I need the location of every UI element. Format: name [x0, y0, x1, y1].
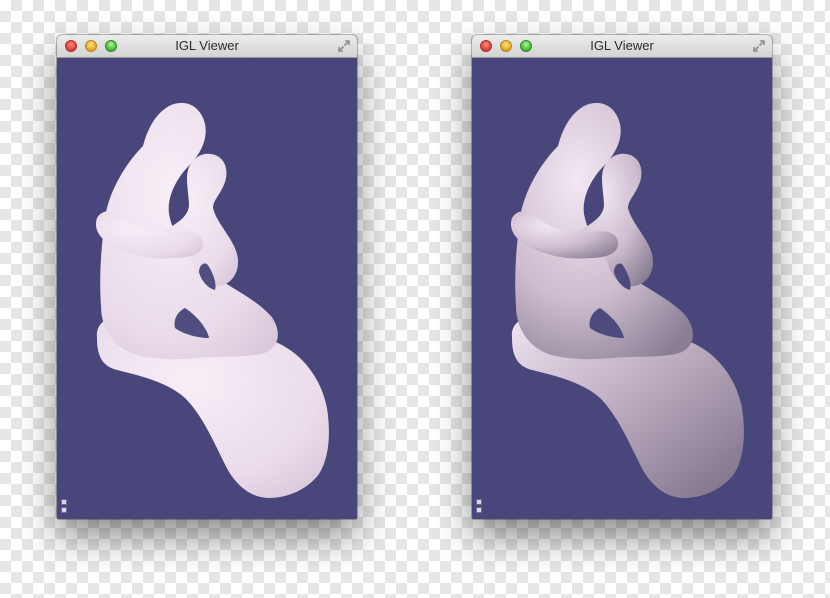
viewer-window-right: IGL Viewer	[472, 35, 772, 519]
window-titlebar[interactable]: IGL Viewer	[57, 35, 357, 58]
viewer-control-button[interactable]	[476, 507, 482, 513]
sculpture-model	[95, 102, 329, 498]
window-title: IGL Viewer	[590, 38, 654, 53]
sculpture-model	[510, 102, 744, 498]
window-title: IGL Viewer	[175, 38, 239, 53]
viewer-window-left: IGL Viewer	[57, 35, 357, 519]
viewer-control-button[interactable]	[476, 499, 482, 505]
viewer-control-button[interactable]	[61, 499, 67, 505]
3d-viewport[interactable]	[57, 58, 357, 519]
3d-viewport[interactable]	[472, 58, 772, 519]
fullscreen-icon[interactable]	[752, 39, 766, 53]
viewer-control-button[interactable]	[61, 507, 67, 513]
fullscreen-icon[interactable]	[337, 39, 351, 53]
window-titlebar[interactable]: IGL Viewer	[472, 35, 772, 58]
